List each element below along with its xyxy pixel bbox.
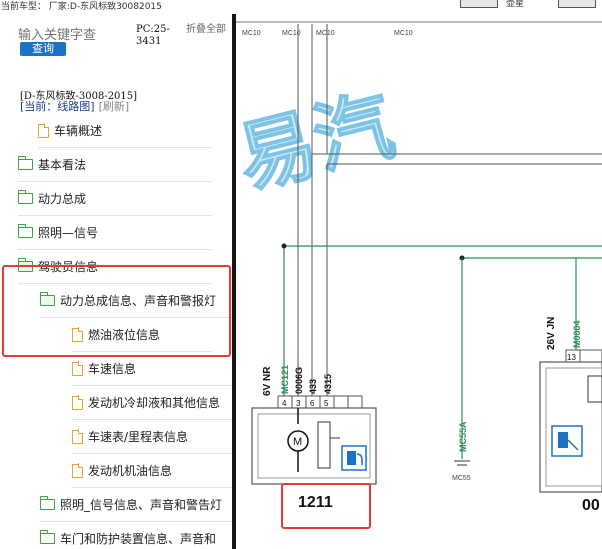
tree-item[interactable]: 车辆概述: [38, 114, 212, 148]
tree-item[interactable]: 基本看法: [17, 148, 212, 182]
label-mc10-a: MC10: [242, 30, 261, 37]
doc-icon: [38, 123, 50, 138]
ground-label: MC55: [452, 475, 471, 482]
folder-icon: [39, 530, 55, 544]
pin-box-14: [579, 349, 602, 363]
tree-item-label: 动力总成: [38, 192, 87, 206]
folder-icon: [39, 496, 55, 510]
junction-dot: [281, 243, 287, 249]
tree-item[interactable]: 照明_信号信息、声音和警告灯: [39, 488, 232, 522]
tree-item-label: 车门和防护装置信息、声音和: [60, 532, 217, 546]
sidebar: 查询 PC:25-3431 折叠全部 [D-东风标致-3008-2015] [当…: [0, 14, 232, 549]
doc-icon: [72, 463, 84, 478]
folder-icon: [17, 224, 33, 238]
tree-item[interactable]: 车速信息: [72, 352, 232, 386]
tree-item-label: 车速表/里程表信息: [88, 430, 189, 444]
pin-number-1: 4: [282, 399, 287, 408]
current-vehicle-text: 当前车型： 厂家:D-东风标致30082015: [1, 2, 162, 12]
tree-item[interactable]: 照明—信号: [17, 216, 212, 250]
tree-item[interactable]: 发动机冷却液和其他信息: [72, 386, 232, 420]
connector-right-label: 26V JN: [546, 317, 557, 350]
toolbar-label: 壶星: [506, 0, 525, 9]
wire-mc55a-label: MC55A: [458, 421, 468, 452]
connector-left-label: 6V NR: [262, 366, 273, 396]
wire-label-4: 4315: [323, 374, 333, 394]
label-mc10-c: MC10: [316, 30, 335, 37]
rheostat-icon: [317, 421, 331, 469]
tree-item[interactable]: 发动机机油信息: [72, 454, 232, 488]
tree-item-label: 车辆概述: [54, 124, 103, 138]
toolbar-button-right[interactable]: [558, 0, 596, 8]
watermark-text: 易汽: [236, 81, 402, 204]
tree-item-label: 照明_信号信息、声音和警告灯: [60, 498, 223, 512]
component-id-label: 1211: [298, 494, 333, 511]
tree-item[interactable]: 动力总成: [17, 182, 212, 216]
doc-icon: [72, 361, 84, 376]
wiring-diagram: 易汽 MC10 MC10 MC10 MC10 6V NR MC121 0006G…: [236, 14, 602, 549]
tree-item-label: 基本看法: [38, 158, 87, 172]
wire-m0004-label: M0004: [572, 320, 582, 348]
component-id-right: 00: [582, 497, 600, 514]
wire-label-2: 0006G: [294, 367, 304, 394]
wire-label-1: MC121: [280, 365, 290, 394]
current-label: [当前：: [20, 100, 58, 113]
current-location: [当前：线路图] [刷新]: [20, 98, 129, 114]
diagram-canvas: 易汽 MC10 MC10 MC10 MC10 6V NR MC121 0006G…: [236, 21, 602, 529]
tree-item[interactable]: 车速表/里程表信息: [72, 420, 232, 454]
toolbar-button-left[interactable]: [460, 0, 498, 8]
highlight-annotation: [2, 265, 231, 357]
fuel-pump-body: [347, 451, 356, 465]
fuel-gauge-body: [558, 432, 568, 448]
current-value[interactable]: 线路图]: [57, 100, 94, 113]
refresh-link[interactable]: [刷新]: [99, 100, 130, 113]
collapse-all-link[interactable]: 折叠全部: [186, 24, 226, 36]
pin-number-4: 5: [324, 399, 329, 408]
label-mc10-d: MC10: [394, 30, 413, 37]
folder-icon: [17, 190, 33, 204]
tree-item-label: 发动机机油信息: [88, 464, 173, 478]
pin-number-3: 6: [310, 399, 315, 408]
tree-item-label: 发动机冷却液和其他信息: [88, 396, 221, 410]
doc-icon: [72, 395, 84, 410]
pin-box-5: [333, 395, 349, 409]
tree-item[interactable]: 车门和防护装置信息、声音和: [39, 522, 232, 549]
tree-item-label: 照明—信号: [38, 226, 99, 240]
tree-item-label: 车速信息: [88, 362, 137, 376]
wire-label-3: 433: [308, 379, 318, 394]
folder-icon: [17, 156, 33, 170]
chip-icon: [587, 375, 602, 403]
motor-symbol: M: [293, 436, 302, 448]
pin-number-2: 3: [296, 399, 301, 408]
doc-icon: [72, 429, 84, 444]
pin-box-6: [347, 395, 363, 409]
pc-code: PC:25-3431: [136, 24, 170, 47]
pin-number-13: 13: [567, 353, 576, 362]
search-button[interactable]: 查询: [20, 42, 66, 56]
